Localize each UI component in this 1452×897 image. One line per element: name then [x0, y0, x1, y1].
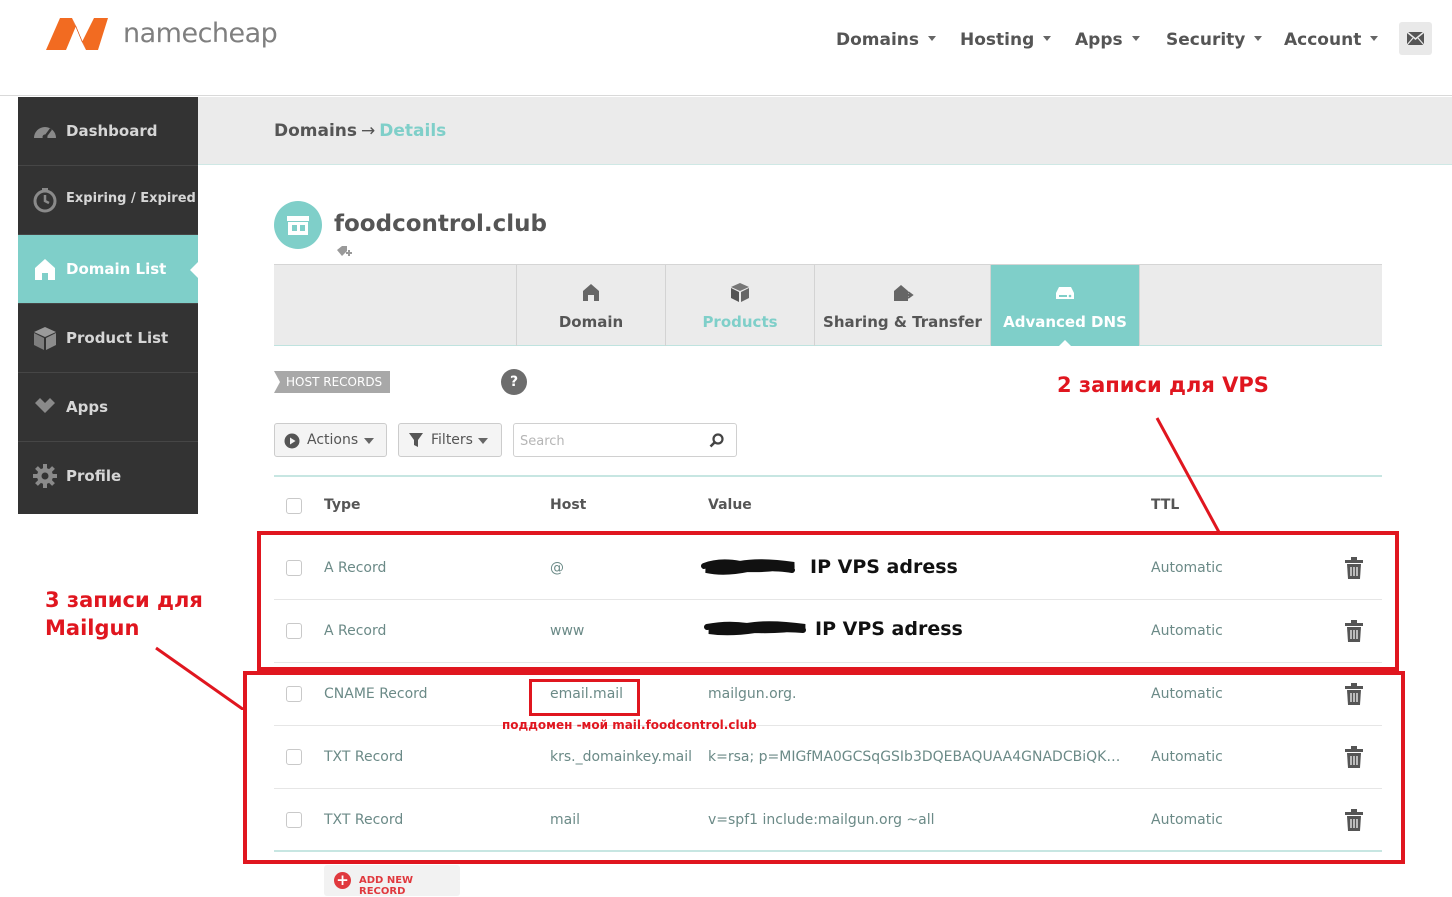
domain-tabs: Domain Products Sharing & Transfer Advan…: [274, 264, 1382, 347]
breadcrumb: Domains → Details: [274, 121, 446, 141]
add-tag-icon[interactable]: [336, 245, 354, 259]
tab-products[interactable]: Products: [665, 265, 814, 346]
home-icon: [35, 259, 55, 280]
annotation-vps-title: 2 записи для VPS: [1057, 373, 1269, 397]
plus-circle-icon: +: [334, 872, 351, 889]
add-record-label: ADD NEW RECORD: [359, 875, 414, 897]
apps-icon: [35, 398, 55, 413]
sidebar-item-product-list[interactable]: Product List: [18, 304, 198, 373]
nav-security[interactable]: Security: [1166, 30, 1263, 50]
speedometer-icon: [34, 127, 56, 140]
nav-label: Security: [1166, 30, 1246, 50]
tab-sharing-transfer[interactable]: Sharing & Transfer: [814, 265, 990, 346]
sidebar-item-expiring[interactable]: Expiring / Expired: [18, 166, 198, 235]
breadcrumb-arrow: →: [361, 121, 376, 141]
breadcrumb-domains-link[interactable]: Domains: [274, 121, 357, 141]
nav-domains[interactable]: Domains: [836, 30, 937, 50]
chevron-down-icon: [1254, 36, 1263, 41]
nav-hosting[interactable]: Hosting: [960, 30, 1052, 50]
tab-label: Sharing & Transfer: [823, 313, 982, 331]
box-icon: [34, 327, 56, 350]
annotation-mailgun-title: Mailgun: [45, 616, 140, 640]
sidebar-item-label: Apps: [66, 398, 109, 416]
share-icon: [893, 285, 914, 301]
tab-label: Domain: [558, 313, 624, 331]
annotation-subdomain-note: поддомен -мой mail.foodcontrol.club: [502, 718, 757, 732]
nav-apps[interactable]: Apps: [1075, 30, 1140, 50]
chevron-down-icon: [1131, 36, 1140, 41]
messages-button[interactable]: [1399, 22, 1432, 55]
nav-label: Apps: [1075, 30, 1123, 50]
tab-divider: [1139, 265, 1140, 346]
home-icon: [583, 284, 599, 301]
nav-label: Hosting: [960, 30, 1035, 50]
tab-advanced-dns[interactable]: Advanced DNS: [990, 265, 1139, 347]
sidebar-item-domain-list[interactable]: Domain List: [18, 235, 199, 304]
chevron-down-icon: [928, 36, 937, 41]
top-navbar: namecheap Domains Hosting Apps Security …: [0, 0, 1452, 96]
chevron-down-icon: [1043, 36, 1052, 41]
breadcrumb-bar: Domains → Details: [198, 97, 1452, 165]
gear-icon: [33, 464, 57, 488]
sidebar-item-label: Profile: [66, 467, 122, 485]
sidebar-item-label: Product List: [66, 329, 169, 347]
brand-name[interactable]: namecheap: [123, 18, 278, 49]
clock-icon: [33, 188, 57, 213]
nav-label: Domains: [836, 30, 920, 50]
domain-store-icon: [274, 201, 322, 249]
tab-label: Products: [702, 313, 778, 331]
add-new-record-button[interactable]: + ADD NEW RECORD: [324, 865, 460, 897]
envelope-icon: [1406, 31, 1425, 46]
breadcrumb-current: Details: [379, 121, 447, 141]
sidebar-item-label: Domain List: [66, 260, 167, 278]
nav-account[interactable]: Account: [1284, 30, 1379, 50]
dns-icon: [1056, 287, 1074, 299]
nav-label: Account: [1284, 30, 1362, 50]
annotation-arrows: [155, 417, 1222, 710]
sidebar-item-label: Dashboard: [66, 122, 158, 140]
sidebar-item-label: Expiring / Expired: [66, 191, 196, 206]
sidebar-item-dashboard[interactable]: Dashboard: [18, 97, 198, 166]
domain-name-title: foodcontrol.club: [334, 211, 547, 237]
chevron-down-icon: [1370, 36, 1379, 41]
tab-domain[interactable]: Domain: [516, 265, 665, 346]
tab-label: Advanced DNS: [1003, 313, 1127, 331]
host-records-label: HOST RECORDS: [274, 371, 391, 393]
help-icon[interactable]: ?: [501, 369, 527, 395]
box-icon: [731, 283, 749, 302]
